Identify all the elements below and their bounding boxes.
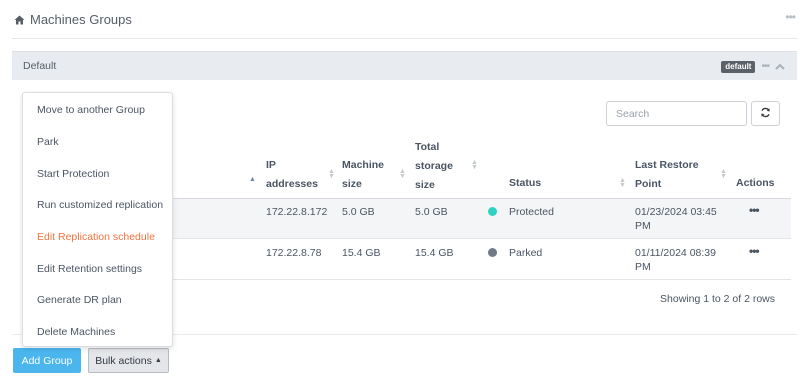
column-header-ip[interactable]: IP addresses [266, 156, 318, 194]
menu-item-start-protection[interactable]: Start Protection [37, 168, 109, 180]
group-name: Default [23, 60, 57, 72]
page-menu-icon[interactable]: ••• [785, 11, 796, 23]
size-cell: 5.0 GB [342, 206, 375, 218]
column-header-restore-line1: Last Restore [635, 159, 699, 171]
bulk-actions-button[interactable]: Bulk actions ▲ [88, 348, 169, 373]
restore-date: 01/23/2024 03:45 [635, 206, 717, 218]
status-dot [488, 207, 497, 216]
storage-cell: 5.0 GB [415, 206, 448, 218]
home-icon [14, 15, 25, 25]
status-cell: Protected [509, 206, 554, 218]
sort-icon[interactable]: ▲ ▼ [399, 168, 406, 180]
chevron-up-icon[interactable] [775, 63, 785, 70]
column-header-actions: Actions [736, 177, 775, 189]
default-badge: default [721, 60, 756, 73]
column-header-ip-line2: addresses [266, 178, 318, 190]
group-header[interactable]: Default default ••• [12, 51, 797, 80]
menu-item-generate-dr-plan[interactable]: Generate DR plan [37, 294, 122, 306]
menu-item-park[interactable]: Park [37, 136, 59, 148]
column-header-restore[interactable]: Last Restore Point [635, 156, 699, 194]
search-input[interactable] [606, 101, 747, 126]
column-header-status[interactable]: Status [509, 174, 541, 193]
ip-cell: 172.22.8.172 [266, 206, 328, 218]
sort-icon[interactable]: ▲ ▼ [328, 168, 335, 180]
status-dot [488, 248, 497, 257]
sort-asc-icon[interactable]: ▲ [249, 176, 256, 183]
size-cell: 15.4 GB [342, 247, 381, 259]
status-cell: Parked [509, 247, 543, 259]
column-header-size-line2: size [342, 178, 362, 190]
add-group-button[interactable]: Add Group [13, 348, 81, 373]
column-header-size-line1: Machine [342, 159, 385, 171]
refresh-icon [760, 106, 771, 121]
menu-item-delete-machines[interactable]: Delete Machines [37, 326, 115, 338]
storage-cell: 15.4 GB [415, 247, 454, 259]
title-divider [12, 38, 797, 39]
menu-item-run-replication[interactable]: Run customized replication [37, 199, 163, 211]
page-title: Machines Groups [14, 12, 132, 27]
sort-icon[interactable]: ▲ ▼ [471, 159, 478, 171]
menu-item-edit-replication-schedule[interactable]: Edit Replication schedule [37, 231, 155, 243]
column-header-storage-line1: Total [415, 141, 440, 153]
restore-date: 01/11/2024 08:39 [635, 247, 716, 259]
bulk-actions-menu: Move to another Group Park Start Protect… [22, 92, 173, 347]
sort-icon[interactable]: ▲ ▼ [619, 177, 626, 189]
row-actions-icon[interactable]: ••• [749, 245, 760, 257]
ip-cell: 172.22.8.78 [266, 247, 322, 259]
restore-time: PM [635, 220, 651, 232]
bulk-actions-label: Bulk actions [95, 354, 152, 367]
page-title-text: Machines Groups [30, 12, 132, 27]
restore-cell: 01/23/2024 03:45 PM [635, 205, 717, 233]
column-header-storage-line3: size [415, 179, 435, 191]
column-header-storage-line2: storage [415, 160, 453, 172]
caret-up-icon: ▲ [154, 357, 162, 364]
column-header-ip-line1: IP [266, 159, 276, 171]
restore-cell: 01/11/2024 08:39 PM [635, 246, 716, 274]
refresh-button[interactable] [751, 101, 780, 126]
column-header-restore-line2: Point [635, 178, 662, 190]
group-menu-icon[interactable]: ••• [761, 61, 769, 72]
pagination-info: Showing 1 to 2 of 2 rows [660, 293, 775, 305]
menu-item-edit-retention[interactable]: Edit Retention settings [37, 263, 142, 275]
sort-icon[interactable]: ▲ ▼ [720, 168, 727, 180]
row-actions-icon[interactable]: ••• [749, 204, 760, 216]
column-header-size[interactable]: Machine size [342, 156, 384, 194]
menu-item-move-group[interactable]: Move to another Group [37, 104, 145, 116]
column-header-storage[interactable]: Total storage size [415, 138, 453, 195]
restore-time: PM [635, 261, 651, 273]
